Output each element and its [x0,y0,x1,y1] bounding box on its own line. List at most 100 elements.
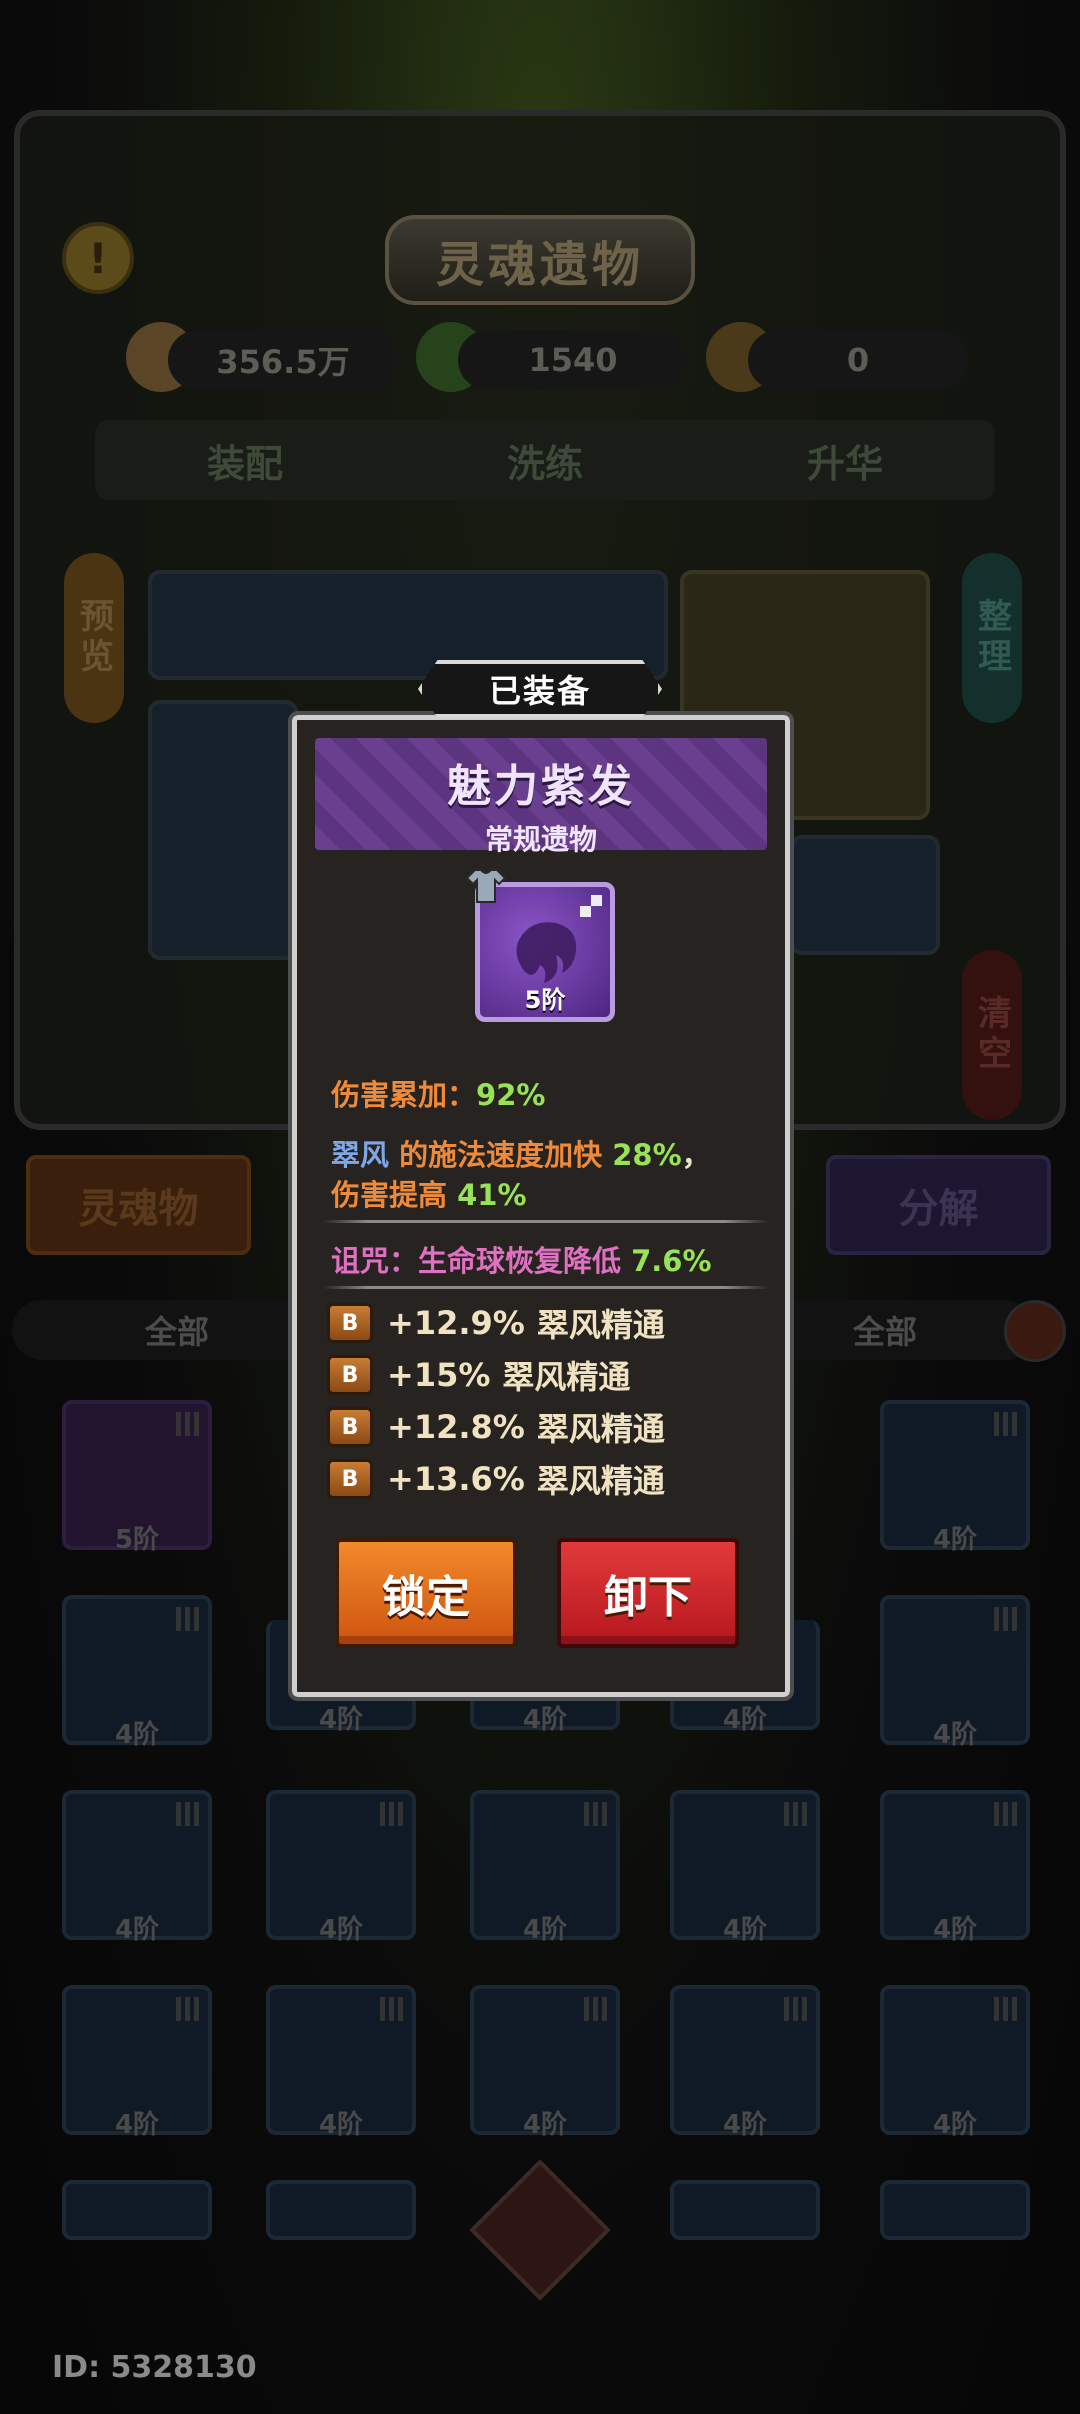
stat-damage-stack: 伤害累加：92% [331,1072,545,1114]
grid-item[interactable]: 4阶 [266,1985,416,2140]
sub-stat-row: B +13.6% 翠风精通 [327,1458,665,1500]
grade-b-badge: B [327,1303,373,1343]
title-plate: 灵魂遗物 [385,215,695,305]
divider [323,1286,769,1289]
shirt-icon [465,869,507,903]
currency-coin-value: 356.5万 [216,343,350,381]
crossed-swords-icon[interactable] [469,2159,611,2301]
player-id: ID: 5328130 [52,2350,257,2385]
grid-item-level: 4阶 [522,2110,568,2140]
sub-stat-row: B +12.9% 翠风精通 [327,1302,665,1344]
sub-stat-value: +15% [387,1356,491,1394]
sub-stat-name: 翠风精通 [536,1306,665,1344]
sort-button[interactable]: 整理 [962,553,1022,723]
sub-stat-value: +13.6% [387,1460,525,1498]
grid-item-level: 4阶 [932,1525,978,1555]
sub-stat-name: 翠风精通 [502,1358,631,1396]
currency-tooth: 0 [748,330,968,390]
grid-item-level: 4阶 [114,1915,160,1945]
tab-assemble[interactable]: 装配 [95,420,395,500]
stat-damage-stack-label: 伤害累加： [331,1078,477,1112]
grid-item[interactable]: 4阶 [266,1790,416,1945]
hair-slot[interactable] [148,700,298,960]
grid-item[interactable]: 4阶 [880,1400,1030,1555]
stat-cast-speed: 翠风 的施法速度加快 28%， [331,1132,711,1174]
sub-stat-name: 翠风精通 [536,1462,665,1500]
preview-button[interactable]: 预览 [64,553,124,723]
grid-item[interactable]: 4阶 [670,1985,820,2140]
grid-item-level: 4阶 [932,2110,978,2140]
grid-item[interactable]: 4阶 [62,1790,212,1945]
clear-button[interactable]: 清空 [962,950,1022,1120]
soul-relic-button[interactable]: 灵魂物 [26,1155,251,1255]
currency-soul-value: 1540 [528,341,618,379]
sub-stat-row: B +15% 翠风精通 [327,1354,630,1396]
grid-item-level: 4阶 [722,2110,768,2140]
curse-label: 诅咒：生命球恢复降低 [331,1244,632,1278]
damage-up-value: 41% [457,1178,527,1212]
grid-item[interactable]: 4阶 [880,1595,1030,1750]
grid-item[interactable]: 4阶 [62,1985,212,2140]
soul-relic-label: 灵魂物 [78,1186,199,1232]
grid-item[interactable]: 4阶 [880,1985,1030,2140]
grid-item-level: 4阶 [932,1915,978,1945]
currency-tooth-value: 0 [846,341,870,379]
grid-item[interactable] [880,2180,1030,2240]
grid-item[interactable] [670,2180,820,2240]
sub-stat-name: 翠风精通 [536,1410,665,1448]
relic-detail-popup: 魅力紫发 常规遗物 5阶 伤害累加：92% 翠风 的施法速度加快 28%， 伤害… [288,711,794,1701]
grid-item[interactable]: 4阶 [880,1790,1030,1945]
page-title: 灵魂遗物 [435,237,644,293]
sub-stat-row: B +12.8% 翠风精通 [327,1406,665,1448]
stat-curse: 诅咒：生命球恢复降低 7.6% [331,1238,712,1280]
currency-coin: 356.5万 [168,330,398,390]
lock-button[interactable]: 锁定 [335,1538,517,1648]
filter-left-label: 全部 [144,1313,209,1351]
grid-item[interactable]: 4阶 [470,1985,620,2140]
stat-damage-up: 伤害提高 41% [331,1172,527,1214]
grid-item-level: 4阶 [114,2110,160,2140]
grid-item[interactable] [266,2180,416,2240]
grid-item-level: 4阶 [318,1705,364,1735]
grid-item[interactable]: 4阶 [670,1790,820,1945]
decompose-label: 分解 [898,1186,979,1232]
tab-refine[interactable]: 洗练 [395,420,695,500]
grid-item-level: 4阶 [318,2110,364,2140]
skill-name: 翠风 [331,1138,390,1172]
info-icon[interactable]: ! [62,222,134,294]
filter-right-label: 全部 [852,1313,917,1351]
sub-stat-value: +12.8% [387,1408,525,1446]
divider [323,1220,769,1223]
grade-b-badge: B [327,1407,373,1447]
grid-item-level: 4阶 [114,1720,160,1750]
item-level: 5阶 [524,986,566,1014]
grid-item-level: 4阶 [932,1720,978,1750]
ring-slot[interactable] [790,835,940,955]
grid-item[interactable]: 5阶 [62,1400,212,1555]
grid-item-level: 4阶 [522,1915,568,1945]
popup-header: 魅力紫发 常规遗物 [315,738,767,856]
grid-item[interactable]: 4阶 [470,1790,620,1945]
unequip-button[interactable]: 卸下 [557,1538,739,1648]
grid-item-level: 4阶 [522,1705,568,1735]
grid-item-level: 4阶 [722,1705,768,1735]
grid-item-level: 4阶 [722,1915,768,1945]
damage-up-label: 伤害提高 [331,1178,458,1212]
grid-item[interactable]: 4阶 [62,1595,212,1750]
grid-item-level: 4阶 [318,1915,364,1945]
cast-speed-text: 的施法速度加快 [389,1138,613,1172]
sub-stat-value: +12.9% [387,1304,525,1342]
grid-item[interactable] [62,2180,212,2240]
decompose-button[interactable]: 分解 [826,1155,1051,1255]
tab-bar: 装配 洗练 升华 [95,420,995,500]
curse-value: 7.6% [631,1244,712,1278]
tab-ascend[interactable]: 升华 [695,420,995,500]
grid-item-level: 5阶 [114,1525,160,1555]
stat-damage-stack-value: 92% [476,1078,546,1112]
chevron-down-icon[interactable] [1004,1300,1066,1362]
equipped-tag: 已装备 [418,660,662,718]
item-name: 魅力紫发 [447,761,635,812]
cast-speed-value: 28% [612,1138,682,1172]
grade-b-badge: B [327,1459,373,1499]
item-type: 常规遗物 [484,823,597,856]
